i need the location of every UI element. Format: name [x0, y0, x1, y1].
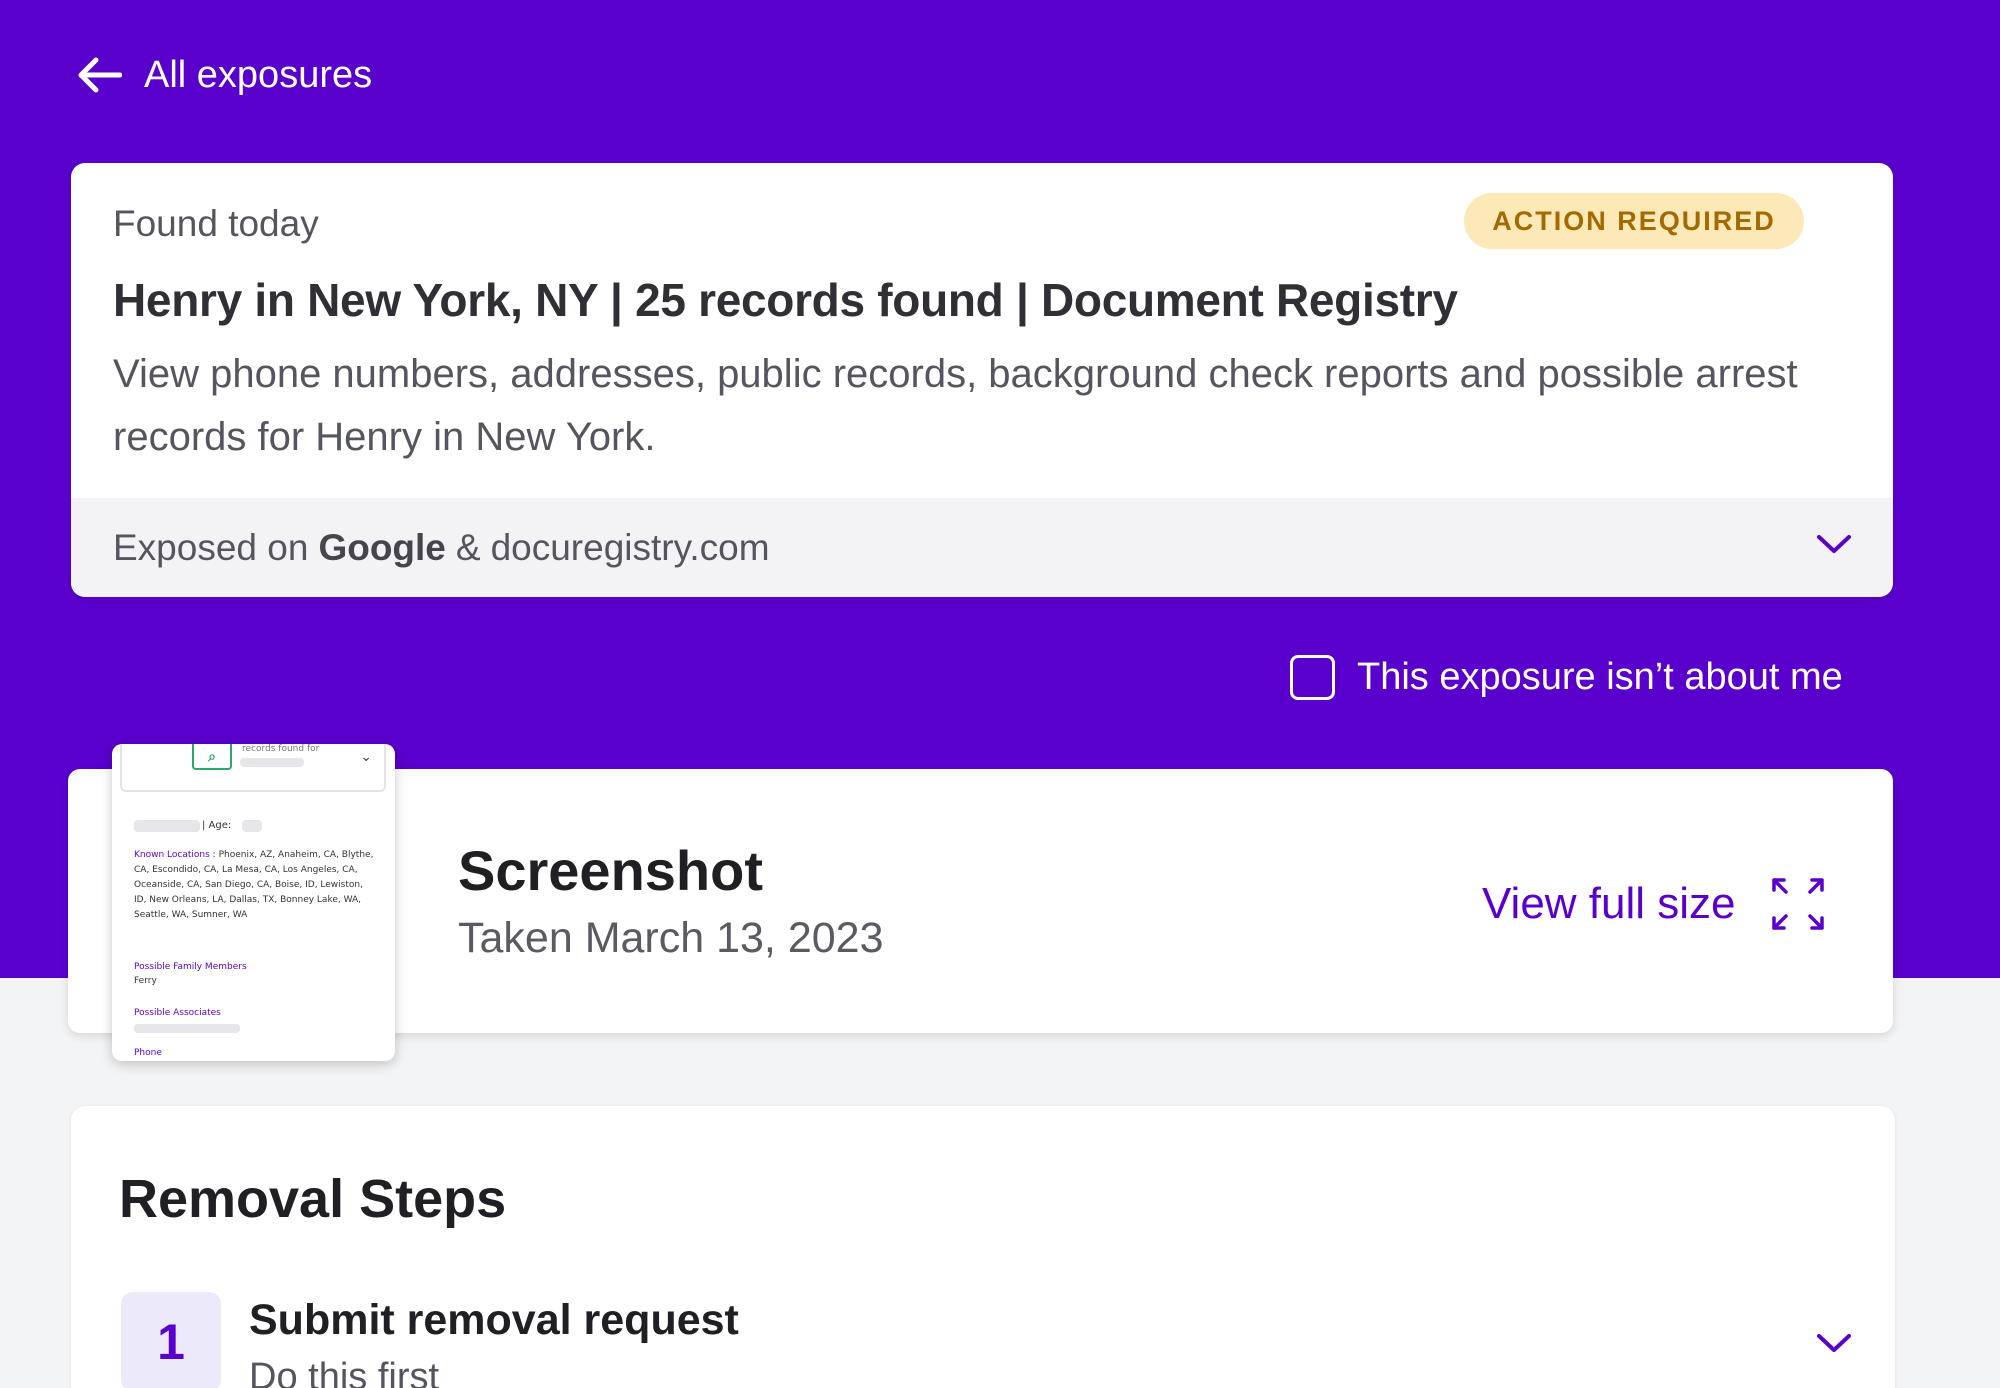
exposure-title: Henry in New York, NY | 25 records found…	[113, 274, 1458, 326]
view-full-size-label: View full size	[1482, 879, 1736, 928]
search-icon: ⌕	[192, 744, 232, 770]
thumb-redacted-name	[240, 758, 304, 767]
thumb-search-bar: ⌕ ⌄ records found for	[120, 744, 386, 792]
exposed-site: docuregistry.com	[490, 526, 770, 568]
chevron-down-icon[interactable]	[1813, 1322, 1855, 1364]
arrow-left-icon	[78, 57, 122, 93]
thumb-redacted	[134, 820, 200, 832]
step-subtitle: Do this first	[249, 1356, 440, 1388]
removal-steps-title: Removal Steps	[119, 1169, 507, 1229]
expand-icon	[1771, 878, 1824, 930]
chevron-down-icon[interactable]	[1813, 523, 1855, 565]
back-to-all-exposures-link[interactable]: All exposures	[76, 50, 372, 100]
chevron-down-icon: ⌄	[360, 748, 372, 764]
exposure-description: View phone numbers, addresses, public re…	[113, 352, 1798, 459]
action-required-badge: ACTION REQUIRED	[1464, 193, 1804, 249]
view-full-size-button[interactable]: View full size	[1482, 878, 1826, 930]
not-about-me-label: This exposure isn’t about me	[1357, 655, 1843, 698]
back-link-label: All exposures	[144, 53, 373, 96]
exposed-amp: &	[455, 526, 481, 568]
exposed-source: Google	[318, 526, 446, 568]
thumb-redacted	[134, 1024, 240, 1033]
exposed-prefix: Exposed on	[113, 526, 309, 568]
thumb-phone: Phone	[134, 1048, 162, 1058]
not-about-me-toggle[interactable]: This exposure isn’t about me	[1290, 652, 1843, 702]
step-number-badge: 1	[121, 1292, 221, 1388]
thumb-age-label: | Age:	[202, 820, 232, 831]
thumb-header-text: records found for	[242, 744, 320, 754]
thumb-family: Possible Family Members	[134, 962, 247, 972]
not-about-me-checkbox[interactable]	[1290, 654, 1335, 700]
thumb-family-extra: Ferry	[134, 976, 157, 986]
step-title[interactable]: Submit removal request	[249, 1296, 739, 1345]
removal-steps-card: Removal Steps 1 Submit removal request D…	[71, 1106, 1895, 1388]
thumb-known-locations: Known Locations : Phoenix, AZ, Anaheim, …	[134, 850, 374, 920]
screenshot-thumbnail[interactable]: ⌕ ⌄ records found for | Age: Known Locat…	[112, 744, 395, 1061]
screenshot-title: Screenshot	[458, 839, 763, 902]
thumb-associates: Possible Associates	[134, 1008, 221, 1018]
thumb-redacted	[242, 820, 262, 832]
found-date-label: Found today	[113, 203, 319, 244]
exposure-card: Found today ACTION REQUIRED Henry in New…	[71, 163, 1893, 597]
exposed-on-bar[interactable]: Exposed on Google & docuregistry.com	[71, 498, 1893, 597]
screenshot-date: Taken March 13, 2023	[458, 914, 884, 962]
